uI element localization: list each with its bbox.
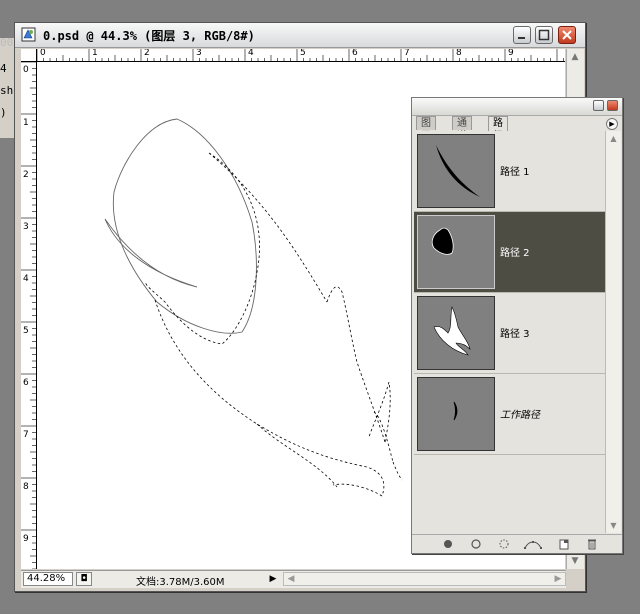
ruler-v-label: 9: [23, 534, 29, 544]
ruler-h-label: 0: [40, 49, 46, 58]
work-path-thumb-icon: [453, 401, 458, 421]
scroll-right-icon[interactable]: ▶: [552, 573, 564, 585]
path-thumbnail: [417, 377, 495, 451]
ruler-v-label: 4: [23, 274, 29, 284]
ruler-h-label: 7: [404, 49, 410, 58]
new-path-icon[interactable]: [558, 538, 570, 550]
vertical-ruler[interactable]: 0 1 2 3 4 5 6 7 8 9: [21, 62, 37, 569]
ruler-origin[interactable]: [21, 49, 37, 62]
tab-channels[interactable]: 通道: [452, 116, 472, 142]
ruler-v-label: 5: [23, 326, 29, 336]
ruler-h-label: 5: [300, 49, 306, 58]
close-icon: [562, 30, 572, 40]
scroll-up-icon[interactable]: ▲: [569, 51, 581, 63]
path-thumbnail: [417, 215, 495, 289]
bg-text-1: 00: [0, 36, 14, 49]
path-row-3[interactable]: 路径 3: [414, 293, 605, 374]
palette-menu-icon[interactable]: ▶: [606, 118, 618, 130]
palette-title-bar[interactable]: [412, 98, 622, 116]
path-label: 路径 1: [500, 167, 530, 178]
maximize-icon: [538, 29, 550, 41]
ruler-h-label: 4: [248, 49, 254, 58]
palette-minimize-button[interactable]: [593, 100, 604, 111]
scroll-left-icon[interactable]: ◀: [285, 573, 297, 585]
ruler-v-label: 1: [23, 118, 29, 128]
path-row-2[interactable]: 路径 2: [414, 212, 605, 293]
horizontal-ruler[interactable]: 0 1 2 3 4 5 6 7 8 9: [37, 49, 565, 62]
zoom-input[interactable]: 44.28%: [23, 572, 73, 586]
path-2-thumb-icon: [431, 227, 454, 255]
scroll-down-icon[interactable]: ▼: [569, 555, 581, 567]
paths-list: 路径 1 路径 2 路径 3 工作路径: [414, 131, 605, 533]
ruler-v-ticks: [21, 62, 36, 569]
ruler-h-label: 6: [352, 49, 358, 58]
delete-path-icon[interactable]: [586, 538, 598, 550]
stroke-path-icon[interactable]: [470, 538, 482, 550]
fill-path-icon[interactable]: [442, 538, 454, 550]
minimize-icon: [518, 37, 525, 39]
ruler-v-label: 2: [23, 170, 29, 180]
make-work-path-icon[interactable]: [524, 538, 542, 550]
palette-toolbar: [412, 534, 622, 553]
palette-scroll-up-icon[interactable]: ▲: [608, 133, 619, 144]
palette-close-button[interactable]: [607, 100, 618, 111]
leaf-outline-path: [112, 118, 257, 334]
ruler-h-label: 9: [508, 49, 514, 58]
tab-layers[interactable]: 图层: [416, 116, 436, 142]
path-row-work[interactable]: 工作路径: [414, 374, 605, 455]
palette-scroll-down-icon[interactable]: ▼: [608, 520, 619, 531]
tab-paths[interactable]: 路径: [488, 116, 508, 142]
ruler-h-label: 3: [196, 49, 202, 58]
document-title: 0.psd @ 44.3% (图层 3, RGB/8#): [43, 29, 255, 43]
bg-text-3: sh: [0, 84, 14, 97]
document-size: 文档:3.78M/3.60M: [136, 577, 225, 588]
title-bar[interactable]: 0.psd @ 44.3% (图层 3, RGB/8#): [15, 23, 585, 48]
ruler-h-label: 1: [92, 49, 98, 58]
path-label: 路径 3: [500, 329, 530, 340]
path-label: 工作路径: [500, 410, 540, 421]
path-thumbnail: [417, 134, 495, 208]
ruler-v-label: 0: [23, 65, 29, 75]
bg-text-4: ): [0, 106, 7, 119]
ruler-v-label: 3: [23, 222, 29, 232]
sliver-outline-path: [104, 218, 198, 288]
ruler-v-label: 7: [23, 430, 29, 440]
status-bar: 44.28% ◘ 文档:3.78M/3.60M ▶ ◀ ▶: [21, 570, 566, 588]
bg-text-2: 4: [0, 62, 7, 75]
horizontal-scrollbar[interactable]: ◀ ▶: [283, 572, 566, 586]
maximize-button[interactable]: [535, 26, 553, 44]
ruler-v-label: 8: [23, 482, 29, 492]
path-3-thumb-icon: [433, 306, 471, 356]
ruler-v-label: 6: [23, 378, 29, 388]
status-menu-arrow-icon[interactable]: ▶: [267, 572, 279, 586]
paths-palette: 图层 通道 路径 ▶ 路径 1 路径 2: [411, 97, 623, 554]
ruler-h-label: 8: [456, 49, 462, 58]
status-info-icon[interactable]: ◘: [76, 572, 92, 586]
palette-scrollbar[interactable]: ▲ ▼: [605, 131, 621, 533]
close-button[interactable]: [558, 26, 576, 44]
path-1-thumb-icon: [436, 145, 480, 197]
minimize-button[interactable]: [513, 26, 531, 44]
load-selection-icon[interactable]: [498, 538, 510, 550]
photoshop-document-icon: [21, 27, 36, 42]
path-thumbnail: [417, 296, 495, 370]
feather-selection-path: [144, 152, 403, 497]
ruler-h-label: 2: [144, 49, 150, 58]
path-label: 路径 2: [500, 248, 530, 259]
path-row-1[interactable]: 路径 1: [414, 131, 605, 212]
